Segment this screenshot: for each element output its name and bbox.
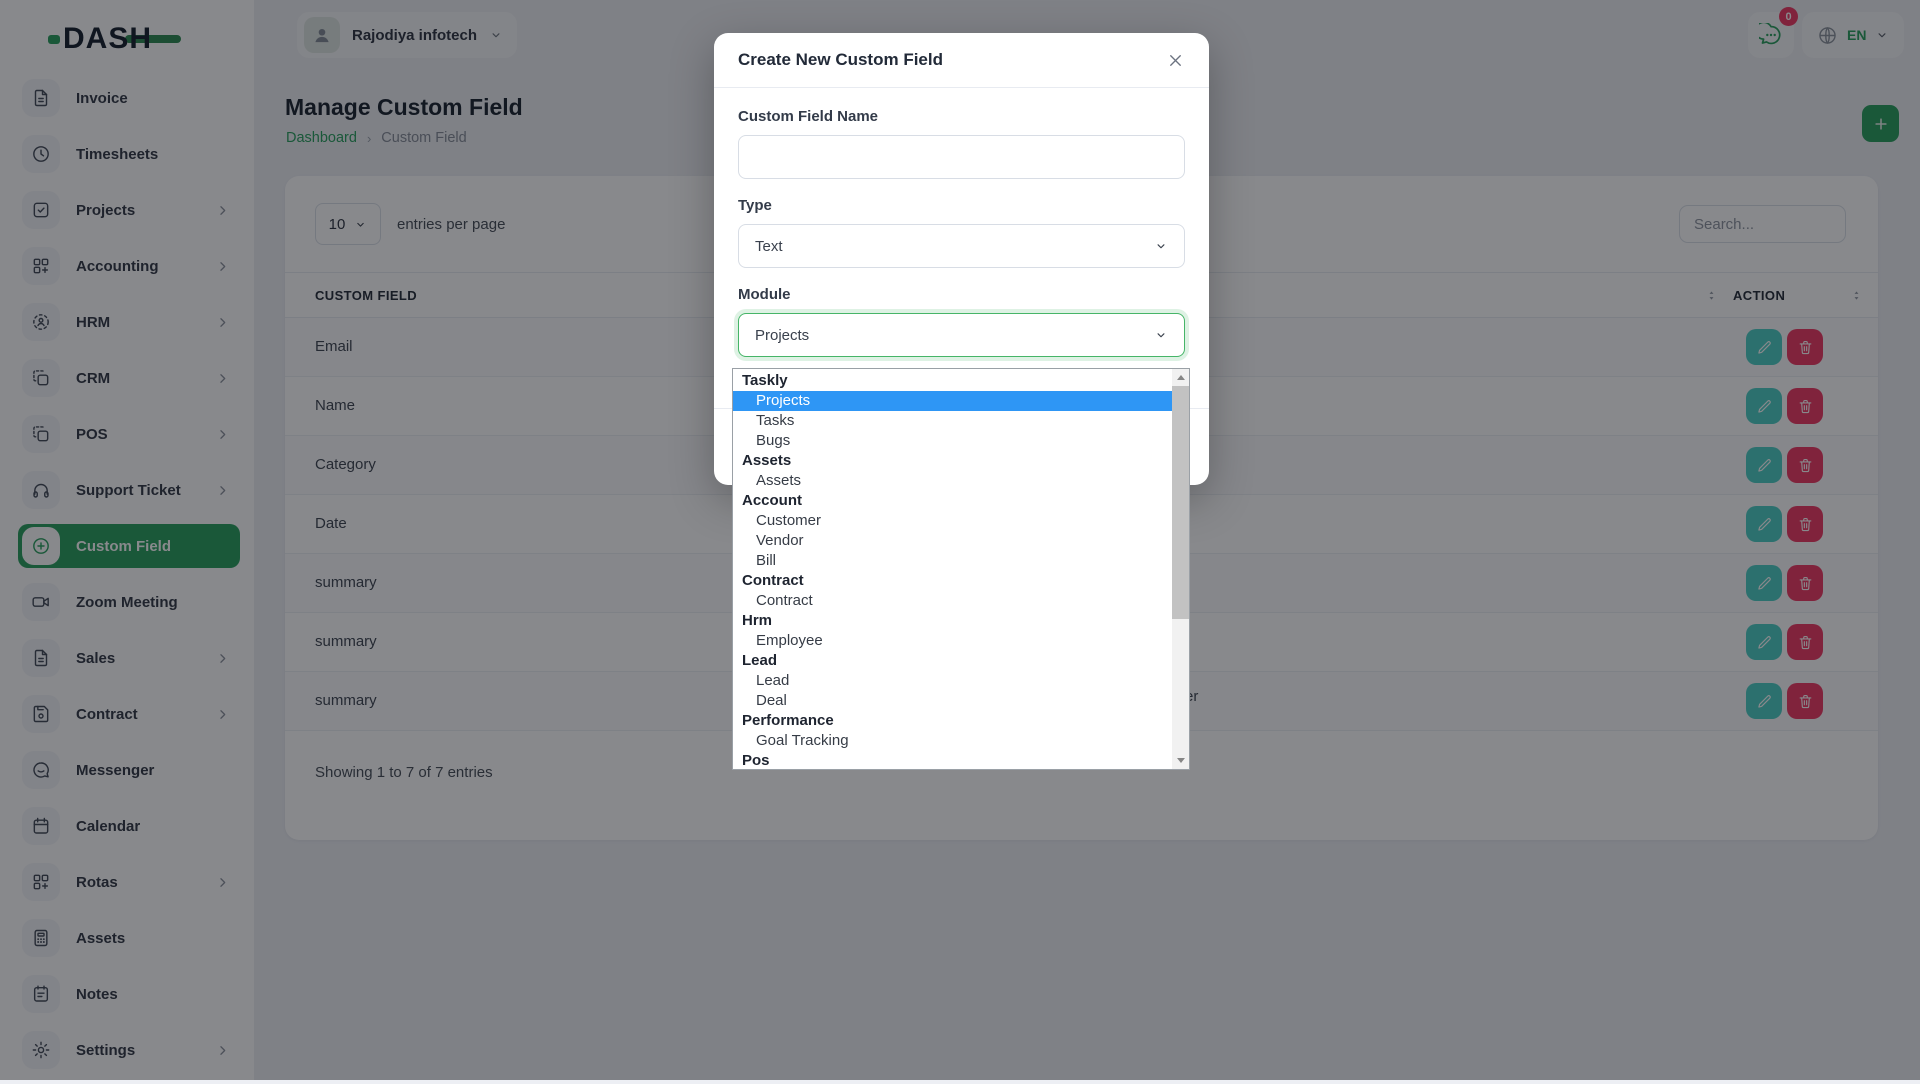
option-group-label: Assets [733,451,1172,471]
option-deal[interactable]: Deal [733,691,1172,711]
close-icon [1166,51,1185,70]
option-tasks[interactable]: Tasks [733,411,1172,431]
type-select-value: Text [755,238,783,255]
custom-field-name-input[interactable] [738,135,1185,179]
module-select-value: Projects [755,327,809,344]
modal-header: Create New Custom Field [714,33,1209,88]
close-button[interactable] [1166,51,1185,70]
option-goal-tracking[interactable]: Goal Tracking [733,731,1172,751]
option-group-label: Contract [733,571,1172,591]
type-label: Type [738,197,1185,214]
module-select-dropdown: Taskly Projects Tasks Bugs Assets Assets… [732,368,1190,770]
option-customer[interactable]: Customer [733,511,1172,531]
modal-body: Custom Field Name Type Text Module Proje… [714,88,1209,357]
custom-field-name-label: Custom Field Name [738,108,1185,125]
module-select[interactable]: Projects [738,313,1185,357]
option-group-label: Taskly [733,371,1172,391]
option-vendor[interactable]: Vendor [733,531,1172,551]
scrollbar-thumb[interactable] [1172,386,1189,619]
option-projects[interactable]: Projects [733,391,1172,411]
option-employee[interactable]: Employee [733,631,1172,651]
scrollbar-up-arrow[interactable] [1172,369,1189,386]
chevron-down-icon [1154,328,1168,342]
option-lead[interactable]: Lead [733,671,1172,691]
type-select[interactable]: Text [738,224,1185,268]
option-contract[interactable]: Contract [733,591,1172,611]
module-label: Module [738,286,1185,303]
option-group-label: Performance [733,711,1172,731]
dropdown-scrollbar[interactable] [1172,369,1189,769]
chevron-down-icon [1154,239,1168,253]
option-group-label: Lead [733,651,1172,671]
option-bill[interactable]: Bill [733,551,1172,571]
module-option-list: Taskly Projects Tasks Bugs Assets Assets… [733,371,1172,770]
option-group-label: Pos [733,751,1172,770]
option-bugs[interactable]: Bugs [733,431,1172,451]
option-group-label: Account [733,491,1172,511]
option-group-label: Hrm [733,611,1172,631]
option-assets[interactable]: Assets [733,471,1172,491]
modal-title: Create New Custom Field [738,50,943,70]
scrollbar-down-arrow[interactable] [1172,752,1189,769]
